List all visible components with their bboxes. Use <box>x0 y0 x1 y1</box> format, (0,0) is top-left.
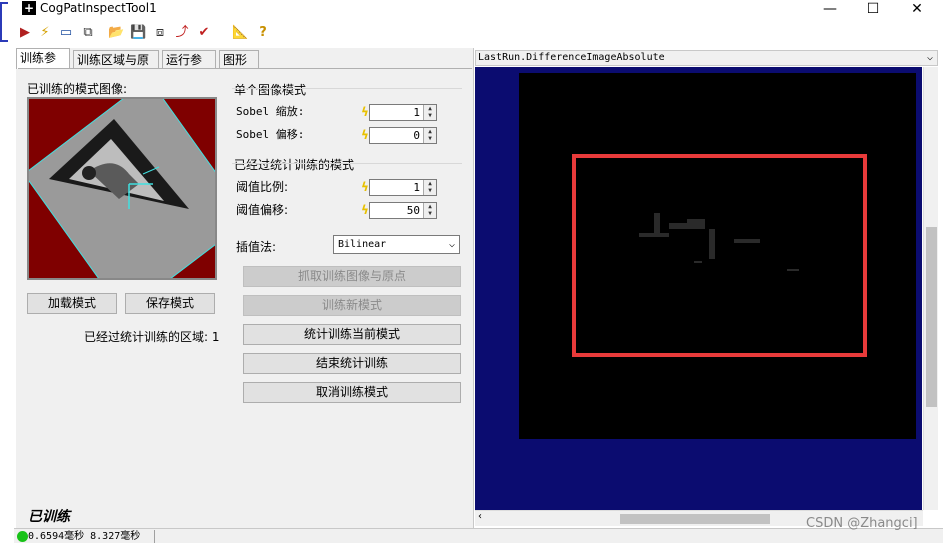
stat-train-current-button[interactable]: 统计训练当前模式 <box>243 324 461 345</box>
train-params-panel: 训练参数 训练区域与原点 运行参数 图形 已训练的模式图像: 加载模式 保存模式… <box>16 48 474 528</box>
open-icon[interactable]: 📂 <box>108 24 124 42</box>
lightning-icon: ϟ <box>361 203 369 217</box>
threshold-scale-input[interactable]: 1 ▲ ▼ <box>369 179 437 196</box>
title-bar: + CogPatInspectTool1 — ☐ ✕ <box>0 0 943 20</box>
threshold-scale-label: 阈值比例: <box>236 180 289 194</box>
toolbar: ▶ ⚡ ▭ ⧉ 📂 💾 ⧈ ⤴ ✔ 📐 ? <box>16 22 316 46</box>
load-pattern-button[interactable]: 加载模式 <box>27 293 117 314</box>
sobel-scale-spinner[interactable]: ▲ ▼ <box>423 105 436 120</box>
display-image-selector[interactable]: LastRun.DifferenceImageAbsolute ⌵ <box>475 50 938 66</box>
sobel-offset-label: Sobel 偏移: <box>236 128 305 141</box>
sobel-scale-input[interactable]: 1 ▲ ▼ <box>369 104 437 121</box>
image-display-panel: LastRun.DifferenceImageAbsolute ⌵ ‹ <box>475 48 943 528</box>
tab-run-params[interactable]: 运行参数 <box>162 50 216 85</box>
tab-content: 已训练的模式图像: 加载模式 保存模式 已经过统计训练的区域: 1 单个图像模式… <box>18 68 472 526</box>
chevron-down-icon: ⌵ <box>448 239 455 250</box>
sobel-offset-input[interactable]: 0 ▲ ▼ <box>369 127 437 144</box>
sobel-scale-label: Sobel 缩放: <box>236 105 305 118</box>
tab-train-params[interactable]: 训练参数 <box>16 48 70 83</box>
vertical-scroll-thumb[interactable] <box>926 227 937 407</box>
display-icon[interactable]: ▭ <box>58 24 74 42</box>
pattern-image-label: 已训练的模式图像: <box>27 82 128 96</box>
watermark: CSDN @Zhangci] <box>806 516 918 531</box>
timing-status: 0.6594毫秒 8.327毫秒 <box>28 531 141 542</box>
threshold-offset-label: 阈值偏移: <box>236 203 289 217</box>
threshold-offset-input[interactable]: 50 ▲ ▼ <box>369 202 437 219</box>
window-title: CogPatInspectTool1 <box>40 1 157 15</box>
edge-bracket <box>0 2 8 42</box>
state-icon[interactable]: ✔ <box>196 24 212 42</box>
cancel-train-button[interactable]: 取消训练模式 <box>243 382 461 403</box>
status-bar: 0.6594毫秒 8.327毫秒 <box>14 528 943 543</box>
status-divider <box>154 530 155 543</box>
horizontal-scroll-thumb[interactable] <box>620 514 770 524</box>
threshold-offset-spinner[interactable]: ▲ ▼ <box>423 203 436 218</box>
end-stat-train-button[interactable]: 结束统计训练 <box>243 353 461 374</box>
vertical-scrollbar[interactable] <box>923 67 938 510</box>
tab-graphics[interactable]: 图形 <box>219 50 259 68</box>
reset-icon[interactable]: ⤴ <box>174 24 190 42</box>
threshold-scale-spinner[interactable]: ▲ ▼ <box>423 180 436 195</box>
copy-icon[interactable]: ⧉ <box>80 24 96 42</box>
train-new-pattern-button[interactable]: 训练新模式 <box>243 295 461 316</box>
trained-status-label: 已训练 <box>28 509 70 525</box>
minimize-button[interactable]: — <box>810 0 850 20</box>
tab-train-region[interactable]: 训练区域与原点 <box>73 50 159 85</box>
trained-regions-count: 已经过统计训练的区域: 1 <box>84 330 220 344</box>
save-as-icon[interactable]: ⧈ <box>152 24 168 42</box>
sobel-offset-spinner[interactable]: ▲ ▼ <box>423 128 436 143</box>
app-icon: + <box>22 1 36 15</box>
lightning-icon: ϟ <box>361 180 369 194</box>
help-icon[interactable]: ? <box>256 24 270 42</box>
chevron-down-icon: ⌵ <box>926 52 933 63</box>
status-indicator-icon <box>17 531 28 542</box>
interpolation-select[interactable]: Bilinear ⌵ <box>333 235 460 254</box>
difference-image <box>519 73 916 439</box>
save-pattern-button[interactable]: 保存模式 <box>125 293 215 314</box>
close-button[interactable]: ✕ <box>897 0 937 20</box>
lightning-icon: ϟ <box>361 105 369 119</box>
interpolation-label: 插值法: <box>236 240 277 254</box>
maximize-button[interactable]: ☐ <box>853 0 893 20</box>
roi-rectangle[interactable] <box>572 154 867 357</box>
run-icon[interactable]: ▶ <box>18 24 32 42</box>
settings-icon[interactable]: 📐 <box>232 24 248 42</box>
live-run-icon[interactable]: ⚡ <box>38 24 52 42</box>
save-icon[interactable]: 💾 <box>130 24 146 42</box>
lightning-icon: ϟ <box>361 128 369 142</box>
image-display[interactable] <box>475 67 922 510</box>
trained-pattern-image <box>27 97 217 280</box>
scroll-left-icon[interactable]: ‹ <box>478 511 482 522</box>
grab-train-image-button[interactable]: 抓取训练图像与原点 <box>243 266 461 287</box>
